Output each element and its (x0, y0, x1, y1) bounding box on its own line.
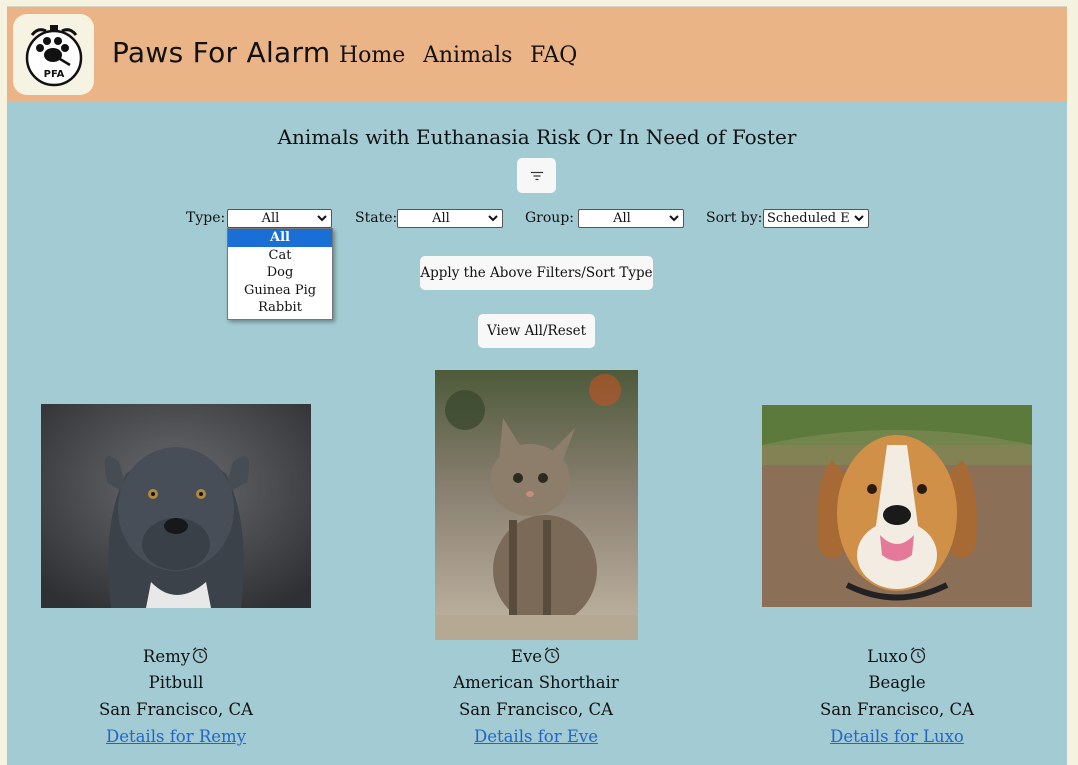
group-filter-label: Group: (525, 210, 574, 226)
type-option-cat[interactable]: Cat (228, 247, 332, 265)
animal-name: Remy (142, 647, 191, 666)
chevron-down-icon (317, 215, 327, 222)
nav-home[interactable]: Home (339, 43, 405, 68)
type-option-all[interactable]: All (228, 229, 332, 247)
animal-location: San Francisco, CA (458, 700, 613, 719)
chevron-down-icon (854, 215, 864, 222)
type-option-dog[interactable]: Dog (228, 264, 332, 282)
nav-faq[interactable]: FAQ (530, 43, 577, 68)
chevron-down-icon (669, 215, 679, 222)
alarm-clock-icon (910, 647, 926, 664)
filter-toggle-button[interactable] (517, 158, 556, 193)
nav-animals[interactable]: Animals (423, 43, 512, 68)
page-title: Animals with Euthanasia Risk Or In Need … (277, 125, 797, 149)
details-link-remy[interactable]: Details for Remy (106, 727, 246, 746)
type-dropdown-list: All Cat Dog Guinea Pig Rabbit (227, 228, 333, 320)
state-filter-label: State: (355, 210, 398, 226)
details-link-eve[interactable]: Details for Eve (474, 727, 598, 746)
pitbull-photo (41, 404, 311, 608)
animal-breed: Pitbull (148, 673, 204, 692)
page-body: PFA Paws For Alarm Home Animals FAQ Anim… (7, 6, 1067, 765)
chevron-down-icon (488, 215, 498, 222)
group-select-value: All (613, 211, 631, 226)
type-select[interactable]: All (227, 209, 332, 228)
site-title[interactable]: Paws For Alarm (112, 36, 330, 69)
filter-lines-icon (530, 171, 543, 180)
animal-breed: American Shorthair (453, 673, 619, 692)
animal-name: Eve (510, 647, 543, 666)
kitten-photo (435, 370, 638, 640)
state-select[interactable]: All (397, 209, 503, 228)
apply-filters-button[interactable]: Apply the Above Filters/Sort Type (420, 256, 653, 290)
type-option-rabbit[interactable]: Rabbit (228, 299, 332, 317)
animal-photo-eve (435, 370, 638, 640)
animal-breed: Beagle (868, 673, 926, 692)
animal-location: San Francisco, CA (98, 700, 253, 719)
animal-name: Luxo (867, 647, 908, 666)
state-select-value: All (432, 211, 450, 226)
beagle-photo (762, 405, 1032, 607)
animal-name-luxo: Luxo (747, 646, 1047, 666)
details-link-luxo[interactable]: Details for Luxo (830, 727, 964, 746)
animal-photo-luxo (762, 405, 1032, 607)
sort-label: Sort by: (706, 210, 763, 226)
sort-select-value: Scheduled Eu (767, 211, 850, 226)
alarm-clock-icon (544, 647, 560, 664)
alarm-clock-icon (192, 647, 208, 664)
paw-alarm-logo-icon: PFA (25, 24, 82, 86)
type-option-guinea-pig[interactable]: Guinea Pig (228, 282, 332, 300)
sort-select[interactable]: Scheduled Eu (763, 209, 869, 228)
logo-text: PFA (43, 69, 64, 80)
animal-location: San Francisco, CA (819, 700, 974, 719)
animal-photo-remy (41, 404, 311, 608)
animal-name-eve: Eve (386, 646, 686, 666)
view-all-reset-button[interactable]: View All/Reset (478, 314, 595, 348)
animal-name-remy: Remy (26, 646, 326, 666)
group-select[interactable]: All (578, 209, 684, 228)
type-filter-label: Type: (186, 210, 226, 226)
site-header: PFA Paws For Alarm Home Animals FAQ (7, 7, 1067, 102)
type-select-value: All (261, 211, 280, 226)
site-logo[interactable]: PFA (13, 14, 94, 95)
